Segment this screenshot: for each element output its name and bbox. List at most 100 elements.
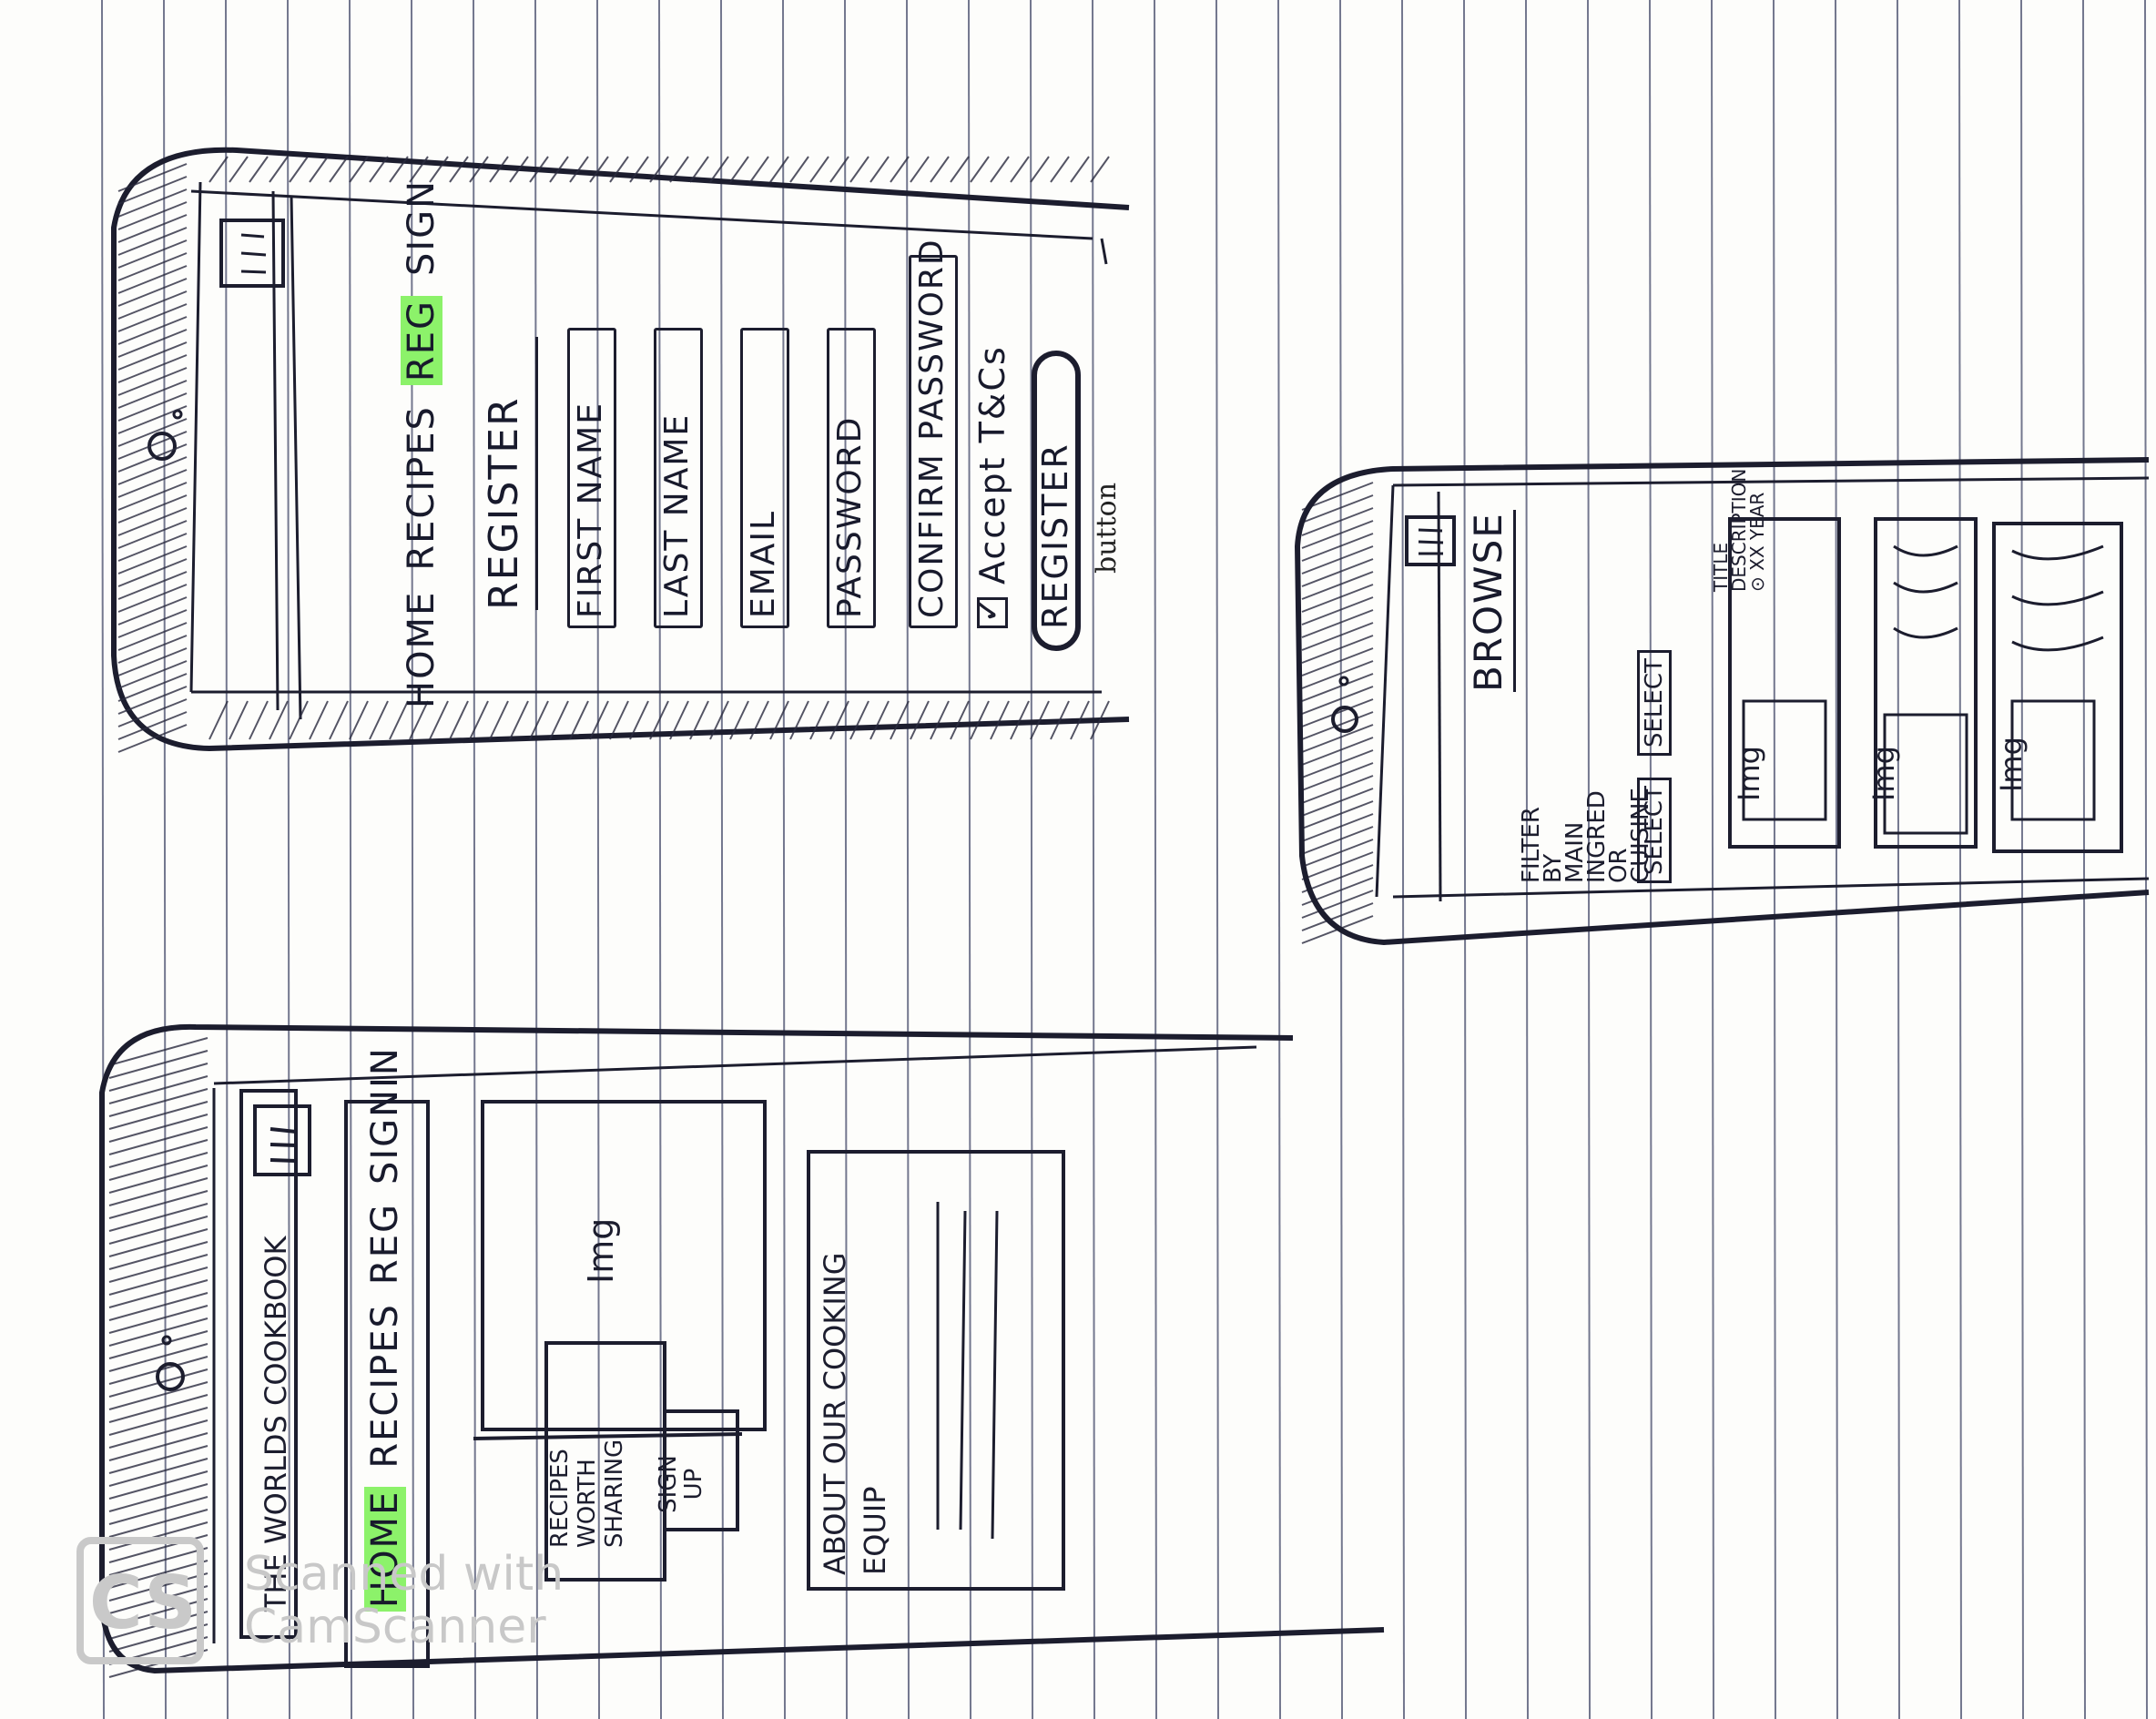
register-title: REGISTER [481, 396, 527, 610]
terms-checkbox-row[interactable]: Accept T&Cs [972, 345, 1012, 628]
last-name-label: LAST NAME [658, 412, 696, 618]
bezel-hatch [117, 494, 188, 524]
ruled-line [163, 0, 167, 1719]
bezel-hatch [108, 1279, 208, 1308]
nav-recipes[interactable]: RECIPES [364, 1303, 406, 1469]
browse-title-underline [1513, 510, 1516, 692]
bezel-hatch [289, 156, 309, 183]
filter-select-ingredient[interactable]: SELECT [1637, 778, 1672, 883]
bezel-hatch [117, 418, 188, 447]
bezel-hatch [910, 156, 930, 183]
nav-home[interactable]: HOME [401, 591, 442, 708]
nav-sign[interactable]: SIGN [401, 179, 442, 276]
bezel-hatch [117, 533, 188, 562]
bezel-hatch [1301, 851, 1374, 880]
about-section-text: ABOUT OUR COOKING EQUIP [818, 1252, 892, 1576]
bezel-hatch [449, 156, 469, 183]
bezel-hatch [1301, 711, 1374, 740]
bezel-hatch [769, 156, 789, 183]
bezel-hatch [117, 635, 188, 664]
bezel-hatch [117, 660, 188, 689]
camscanner-logo-text: CS [89, 1561, 197, 1645]
recipe-card-text: TITLE DESCRIPTION ⊙ XX YEAR [1710, 468, 1768, 592]
bezel-hatch [809, 156, 829, 183]
bezel-hatch [117, 622, 188, 651]
bezel-hatch [117, 214, 188, 243]
ruled-line [1339, 0, 1343, 1719]
first-name-field[interactable]: FIRST NAME [567, 328, 616, 628]
bezel-hatch [117, 545, 188, 575]
bezel-hatch [117, 724, 188, 753]
register-button[interactable]: REGISTER [1032, 351, 1081, 651]
bezel-hatch [117, 596, 188, 626]
bezel-hatch [1301, 622, 1374, 651]
bezel-hatch [1301, 520, 1374, 549]
bezel-hatch [108, 1126, 208, 1155]
bezel-hatch [117, 329, 188, 358]
bezel-hatch [117, 686, 188, 715]
password-field[interactable]: PASSWORD [827, 328, 876, 628]
bezel-hatch [117, 507, 188, 536]
ruled-line [1277, 0, 1281, 1719]
bezel-hatch [1301, 839, 1374, 868]
nav-reg[interactable]: REG [364, 1203, 406, 1285]
bezel-hatch [849, 156, 870, 183]
filter-select-cuisine[interactable]: SELECT [1637, 650, 1672, 756]
bezel-hatch [117, 201, 188, 230]
confirm-password-field[interactable]: CONFIRM PASSWORD [909, 238, 958, 628]
bezel-hatch [117, 354, 188, 383]
bezel-hatch [108, 1190, 208, 1219]
terms-checkbox[interactable] [977, 597, 1008, 628]
bezel-hatch [117, 520, 188, 549]
card-image-placeholder: Img [1732, 746, 1766, 801]
bezel-hatch [1301, 788, 1374, 817]
bezel-hatch [108, 1419, 208, 1449]
bezel-hatch [108, 1470, 208, 1500]
bezel-hatch [108, 1266, 208, 1296]
nav-reg-active[interactable]: REG [401, 296, 442, 386]
email-field[interactable]: EMAIL [740, 328, 789, 628]
ruled-line [225, 0, 229, 1719]
ruled-line [1154, 0, 1157, 1719]
nav-signin[interactable]: SIGNIN [364, 1046, 406, 1185]
bezel-hatch [469, 156, 489, 183]
ruled-line [1092, 0, 1095, 1719]
bezel-hatch [1301, 596, 1374, 626]
bezel-hatch [229, 156, 249, 183]
bezel-hatch [289, 700, 309, 740]
bezel-hatch [1301, 800, 1374, 829]
bezel-hatch [108, 1330, 208, 1359]
bezel-hatch [108, 1254, 208, 1283]
bezel-hatch [208, 156, 229, 183]
bezel-hatch [1301, 826, 1374, 855]
bezel-hatch [108, 1407, 208, 1436]
bezel-hatch [108, 1483, 208, 1512]
bezel-hatch [117, 252, 188, 281]
bezel-hatch [108, 1101, 208, 1130]
bezel-hatch [108, 1050, 208, 1079]
bezel-hatch [117, 316, 188, 345]
bezel-hatch [589, 156, 609, 183]
signup-button[interactable]: SIGN UP [655, 1448, 707, 1521]
bezel-hatch [108, 1216, 208, 1245]
bezel-hatch [108, 1496, 208, 1525]
bezel-hatch [117, 673, 188, 702]
bezel-hatch [117, 482, 188, 511]
register-button-label: REGISTER [1035, 442, 1075, 629]
bezel-hatch [117, 341, 188, 371]
bezel-hatch [1301, 762, 1374, 791]
bezel-hatch [108, 1203, 208, 1232]
register-nav-bar: HOME RECIPES REG SIGN [390, 179, 453, 708]
bezel-hatch [1301, 660, 1374, 689]
bezel-hatch [229, 700, 249, 740]
bezel-hatch [1301, 737, 1374, 766]
bezel-hatch [108, 1343, 208, 1372]
bezel-hatch [1301, 775, 1374, 804]
bezel-hatch [117, 609, 188, 638]
bezel-hatch [329, 156, 349, 183]
bezel-hatch [789, 156, 809, 183]
last-name-field[interactable]: LAST NAME [654, 328, 703, 628]
nav-recipes[interactable]: RECIPES [401, 405, 442, 571]
bezel-hatch [108, 1088, 208, 1117]
camscanner-logo: CS [76, 1537, 204, 1664]
